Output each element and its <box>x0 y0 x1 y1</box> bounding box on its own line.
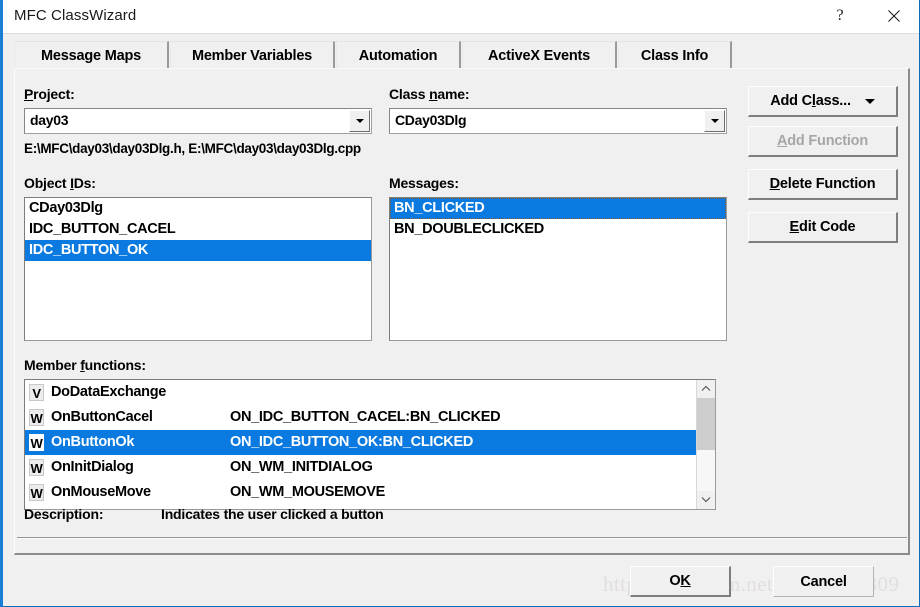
function-name: OnButtonCacel <box>51 409 153 425</box>
member-functions-scrollbar[interactable] <box>696 380 715 509</box>
list-item[interactable]: BN_CLICKED <box>390 198 726 219</box>
delete-function-label: Delete Function <box>769 176 876 192</box>
windows-message-marker: W <box>29 409 44 426</box>
list-item[interactable]: BN_DOUBLECLICKED <box>390 219 726 240</box>
project-label: Project: <box>24 86 75 102</box>
close-button[interactable] <box>871 0 917 32</box>
list-item[interactable]: CDay03Dlg <box>25 198 371 219</box>
table-row[interactable]: W OnMouseMove ON_WM_MOUSEMOVE <box>25 480 715 505</box>
function-name: OnButtonOk <box>51 434 135 450</box>
tab-strip: Message Maps Member Variables Automation… <box>14 41 910 69</box>
function-name: OnMouseMove <box>51 484 151 500</box>
project-combo[interactable]: day03 <box>24 108 372 134</box>
add-class-label: Add Class... <box>770 93 851 109</box>
function-message: ON_IDC_BUTTON_CACEL:BN_CLICKED <box>230 409 501 425</box>
window-title: MFC ClassWizard <box>14 7 137 24</box>
mfc-classwizard-dialog: MFC ClassWizard ? Message Maps Member Va… <box>0 0 920 607</box>
table-row[interactable]: V DoDataExchange <box>25 380 715 405</box>
cancel-label: Cancel <box>800 573 847 590</box>
add-class-button[interactable]: Add Class... <box>748 86 898 117</box>
class-name-label: Class name: <box>389 86 470 102</box>
add-function-label: Add Function <box>776 133 869 149</box>
tab-automation[interactable]: Automation <box>336 41 461 69</box>
tab-activex-events[interactable]: ActiveX Events <box>462 41 617 69</box>
messages-listbox[interactable]: BN_CLICKED BN_DOUBLECLICKED <box>389 197 727 341</box>
tab-message-maps[interactable]: Message Maps <box>14 41 169 69</box>
chevron-down-icon <box>701 497 711 503</box>
member-functions-label: Member functions: <box>24 357 146 373</box>
object-ids-label: Object IDs: <box>24 175 96 191</box>
file-paths-text: E:\MFC\day03\day03Dlg.h, E:\MFC\day03\da… <box>24 141 361 156</box>
function-name: OnInitDialog <box>51 459 134 475</box>
object-ids-listbox[interactable]: CDay03Dlg IDC_BUTTON_CACEL IDC_BUTTON_OK <box>24 197 372 341</box>
project-combo-value: day03 <box>30 112 69 128</box>
table-row[interactable]: W OnButtonCacel ON_IDC_BUTTON_CACEL:BN_C… <box>25 405 715 430</box>
edit-code-label: Edit Code <box>789 219 856 235</box>
ok-button[interactable]: OK <box>630 566 731 597</box>
chevron-up-icon <box>701 385 711 391</box>
edit-code-button[interactable]: Edit Code <box>748 212 898 243</box>
list-item[interactable]: IDC_BUTTON_OK <box>25 240 371 261</box>
class-name-combo[interactable]: CDay03Dlg <box>389 108 727 134</box>
function-message: ON_WM_MOUSEMOVE <box>230 484 386 500</box>
member-functions-listbox[interactable]: V DoDataExchange W OnButtonCacel ON_IDC_… <box>24 379 716 510</box>
description-text: Indicates the user clicked a button <box>161 506 384 522</box>
chevron-down-icon <box>864 98 875 104</box>
tab-class-info[interactable]: Class Info <box>618 41 732 69</box>
ok-label: OK <box>669 573 691 589</box>
class-name-combo-arrow-button[interactable] <box>704 110 725 132</box>
description-label: Description: <box>24 506 104 522</box>
table-row[interactable]: W OnInitDialog ON_WM_INITDIALOG <box>25 455 715 480</box>
class-name-combo-value: CDay03Dlg <box>395 112 467 128</box>
close-icon <box>888 10 900 22</box>
tab-page-message-maps: Project: day03 Class name: CDay03Dlg E:\… <box>14 68 910 555</box>
function-message: ON_WM_INITDIALOG <box>230 459 373 475</box>
description-separator <box>17 537 907 539</box>
cancel-button[interactable]: Cancel <box>773 566 874 597</box>
function-message: ON_IDC_BUTTON_OK:BN_CLICKED <box>230 434 473 450</box>
scroll-down-button[interactable] <box>697 491 715 509</box>
question-mark-icon: ? <box>836 7 844 24</box>
delete-function-button[interactable]: Delete Function <box>748 169 898 200</box>
title-bar: MFC ClassWizard ? <box>3 0 919 34</box>
messages-label: Messages: <box>389 175 459 191</box>
scroll-up-button[interactable] <box>697 380 715 398</box>
tab-member-variables[interactable]: Member Variables <box>170 41 335 69</box>
project-combo-arrow-button[interactable] <box>349 110 370 132</box>
scrollbar-thumb[interactable] <box>697 398 715 450</box>
table-row[interactable]: W OnButtonOk ON_IDC_BUTTON_OK:BN_CLICKED <box>25 430 715 455</box>
function-name: DoDataExchange <box>51 384 167 400</box>
project-label-accel: P <box>24 86 34 102</box>
chevron-down-icon <box>710 119 719 123</box>
help-button[interactable]: ? <box>817 0 863 32</box>
windows-message-marker: W <box>29 459 44 476</box>
list-item[interactable]: IDC_BUTTON_CACEL <box>25 219 371 240</box>
chevron-down-icon <box>355 119 364 123</box>
virtual-function-marker: V <box>29 384 44 401</box>
windows-message-marker: W <box>29 484 44 501</box>
windows-message-marker: W <box>29 434 44 451</box>
add-function-button[interactable]: Add Function <box>748 126 898 157</box>
